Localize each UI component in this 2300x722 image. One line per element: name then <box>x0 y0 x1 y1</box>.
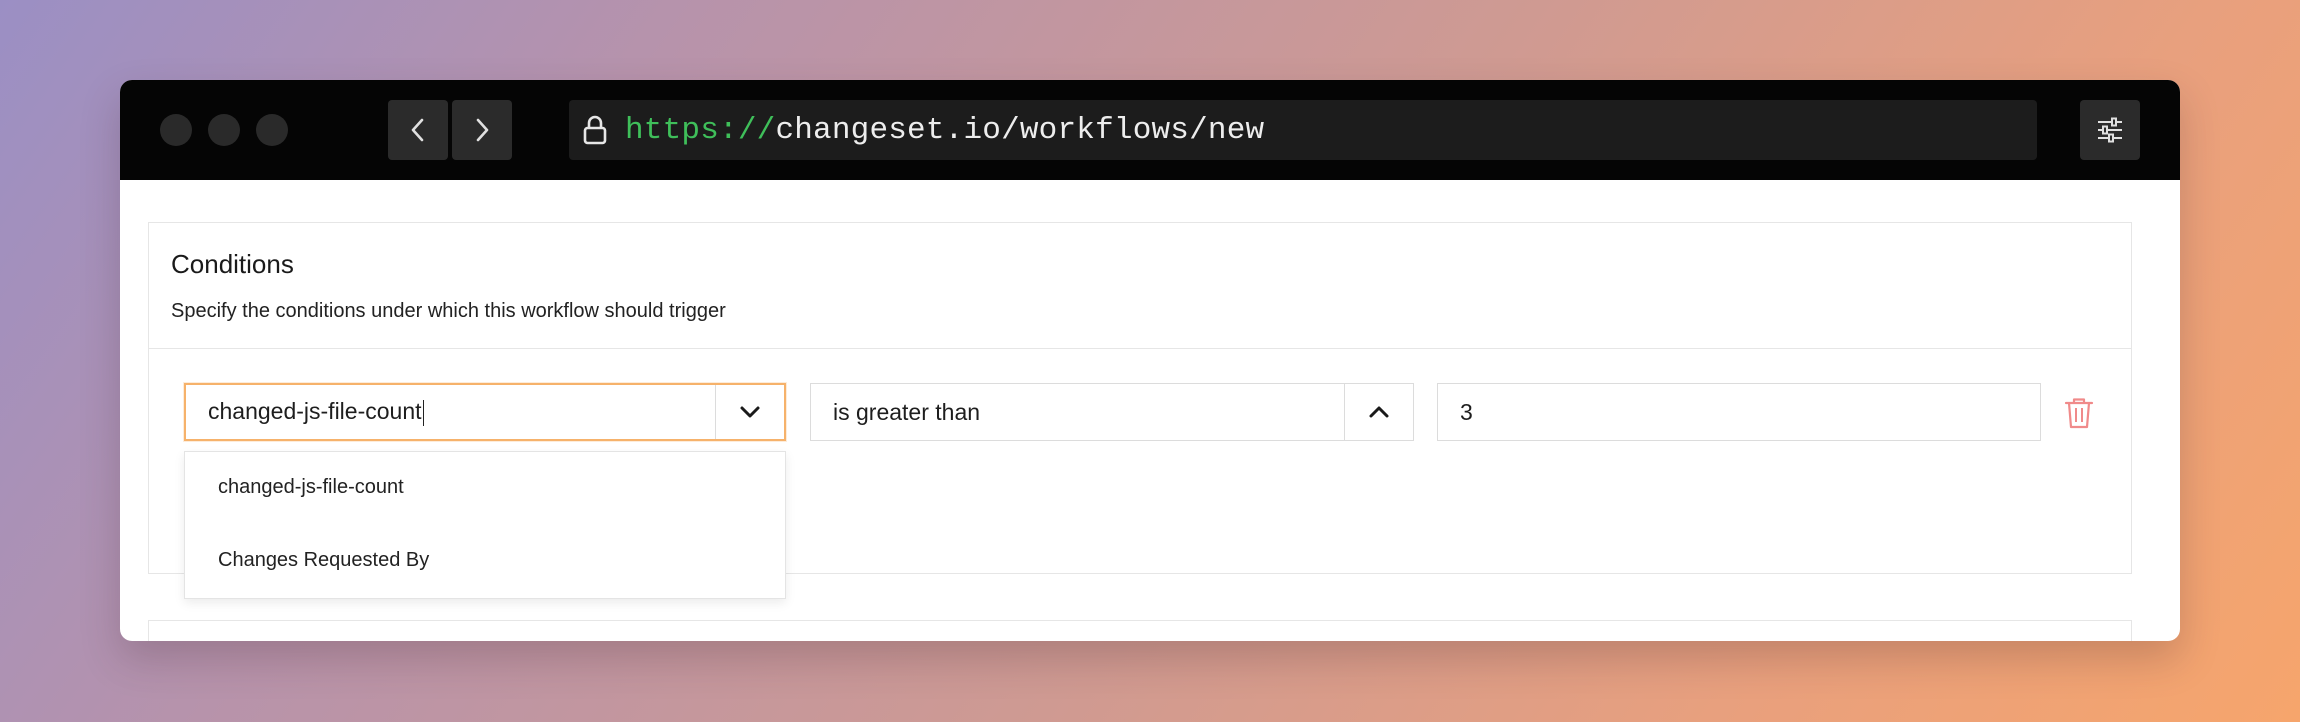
window-maximize-dot[interactable] <box>256 114 288 146</box>
url-scheme: https:// <box>625 112 776 148</box>
trash-icon[interactable] <box>2064 396 2094 430</box>
operator-value: is greater than <box>833 398 981 425</box>
condition-field-value: changed-js-file-count <box>208 398 422 425</box>
chevron-up-icon <box>1369 406 1389 418</box>
conditions-title: Conditions <box>171 249 294 279</box>
address-bar[interactable]: https://changeset.io/workflows/new <box>569 100 2037 160</box>
operator-toggle[interactable] <box>1344 384 1413 440</box>
condition-field-input[interactable]: changed-js-file-count <box>186 398 715 426</box>
condition-value: 3 <box>1460 398 1473 425</box>
text-cursor <box>422 399 424 426</box>
chevron-down-icon <box>740 406 760 418</box>
condition-field-toggle[interactable] <box>715 385 784 439</box>
window-close-dot[interactable] <box>160 114 192 146</box>
field-options-dropdown: changed-js-file-count Changes Requested … <box>184 451 786 599</box>
conditions-header: Conditions Specify the conditions under … <box>149 223 2131 349</box>
dropdown-option[interactable]: Changes Requested By <box>218 549 429 572</box>
next-panel <box>148 620 2132 641</box>
window-minimize-dot[interactable] <box>208 114 240 146</box>
lock-icon <box>583 115 607 145</box>
forward-button[interactable] <box>452 100 512 160</box>
operator-select[interactable]: is greater than <box>810 383 1414 441</box>
url-text: https://changeset.io/workflows/new <box>625 113 1264 148</box>
condition-field-select[interactable]: changed-js-file-count <box>184 383 786 441</box>
back-button[interactable] <box>388 100 448 160</box>
conditions-description: Specify the conditions under which this … <box>171 300 726 322</box>
url-path: changeset.io/workflows/new <box>775 112 1265 148</box>
browser-toolbar: https://changeset.io/workflows/new <box>120 80 2180 180</box>
settings-button[interactable] <box>2080 100 2140 160</box>
condition-value-input[interactable]: 3 <box>1437 383 2041 441</box>
dropdown-option[interactable]: changed-js-file-count <box>218 476 404 499</box>
sliders-icon <box>2098 117 2122 143</box>
chevron-left-icon <box>411 118 424 142</box>
chevron-right-icon <box>476 118 489 142</box>
